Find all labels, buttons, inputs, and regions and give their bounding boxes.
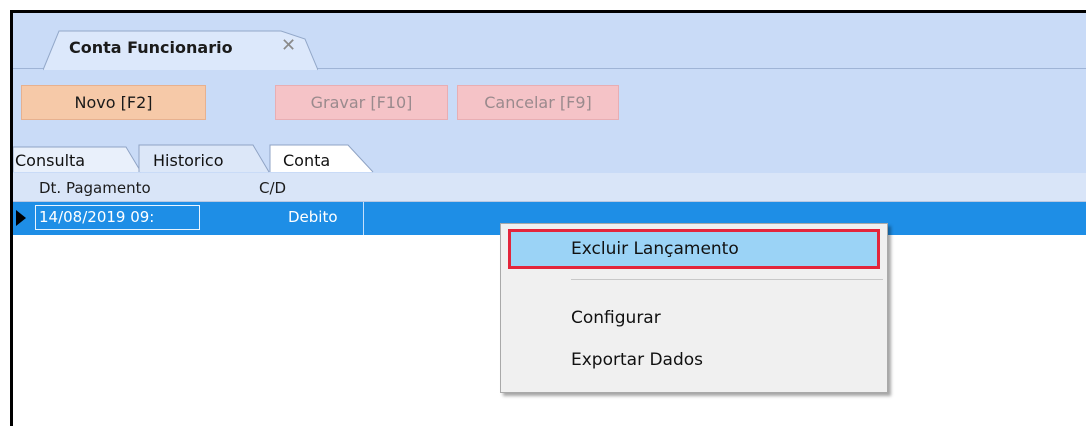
- tab-consulta[interactable]: Consulta: [15, 151, 85, 170]
- novo-button[interactable]: Novo [F2]: [21, 85, 206, 120]
- subtab-bar: Consulta Historico Conta: [13, 131, 413, 173]
- cell-cd[interactable]: Debito: [288, 208, 338, 226]
- menu-item-configurar[interactable]: Configurar: [501, 300, 887, 336]
- column-header-cd[interactable]: C/D: [259, 179, 286, 197]
- cell-divider: [363, 202, 364, 235]
- app-window: Conta Funcionario ✕ Novo [F2] Gravar [F1…: [10, 10, 1086, 426]
- tab-conta[interactable]: Conta: [283, 151, 330, 170]
- column-header-dt-pagamento[interactable]: Dt. Pagamento: [39, 179, 151, 197]
- menu-item-exportar-dados[interactable]: Exportar Dados: [501, 342, 887, 378]
- cell-dt-pagamento[interactable]: 14/08/2019 09:: [39, 208, 154, 226]
- cancelar-button[interactable]: Cancelar [F9]: [457, 85, 619, 120]
- menu-item-excluir-lancamento[interactable]: Excluir Lançamento: [508, 229, 880, 269]
- document-tab-title: Conta Funcionario: [69, 38, 233, 57]
- grid-header: Dt. Pagamento C/D: [13, 173, 1086, 202]
- menu-item-label: Excluir Lançamento: [571, 239, 739, 259]
- menu-separator: [571, 279, 883, 280]
- gravar-button[interactable]: Gravar [F10]: [275, 85, 448, 120]
- context-menu: Excluir Lançamento Configurar Exportar D…: [500, 223, 888, 393]
- close-icon[interactable]: ✕: [281, 35, 296, 56]
- tab-historico[interactable]: Historico: [153, 151, 223, 170]
- menu-item-label: Exportar Dados: [571, 350, 704, 370]
- menu-item-label: Configurar: [571, 308, 661, 328]
- row-indicator-icon: [16, 210, 26, 226]
- document-tab[interactable]: Conta Funcionario ✕: [43, 29, 318, 71]
